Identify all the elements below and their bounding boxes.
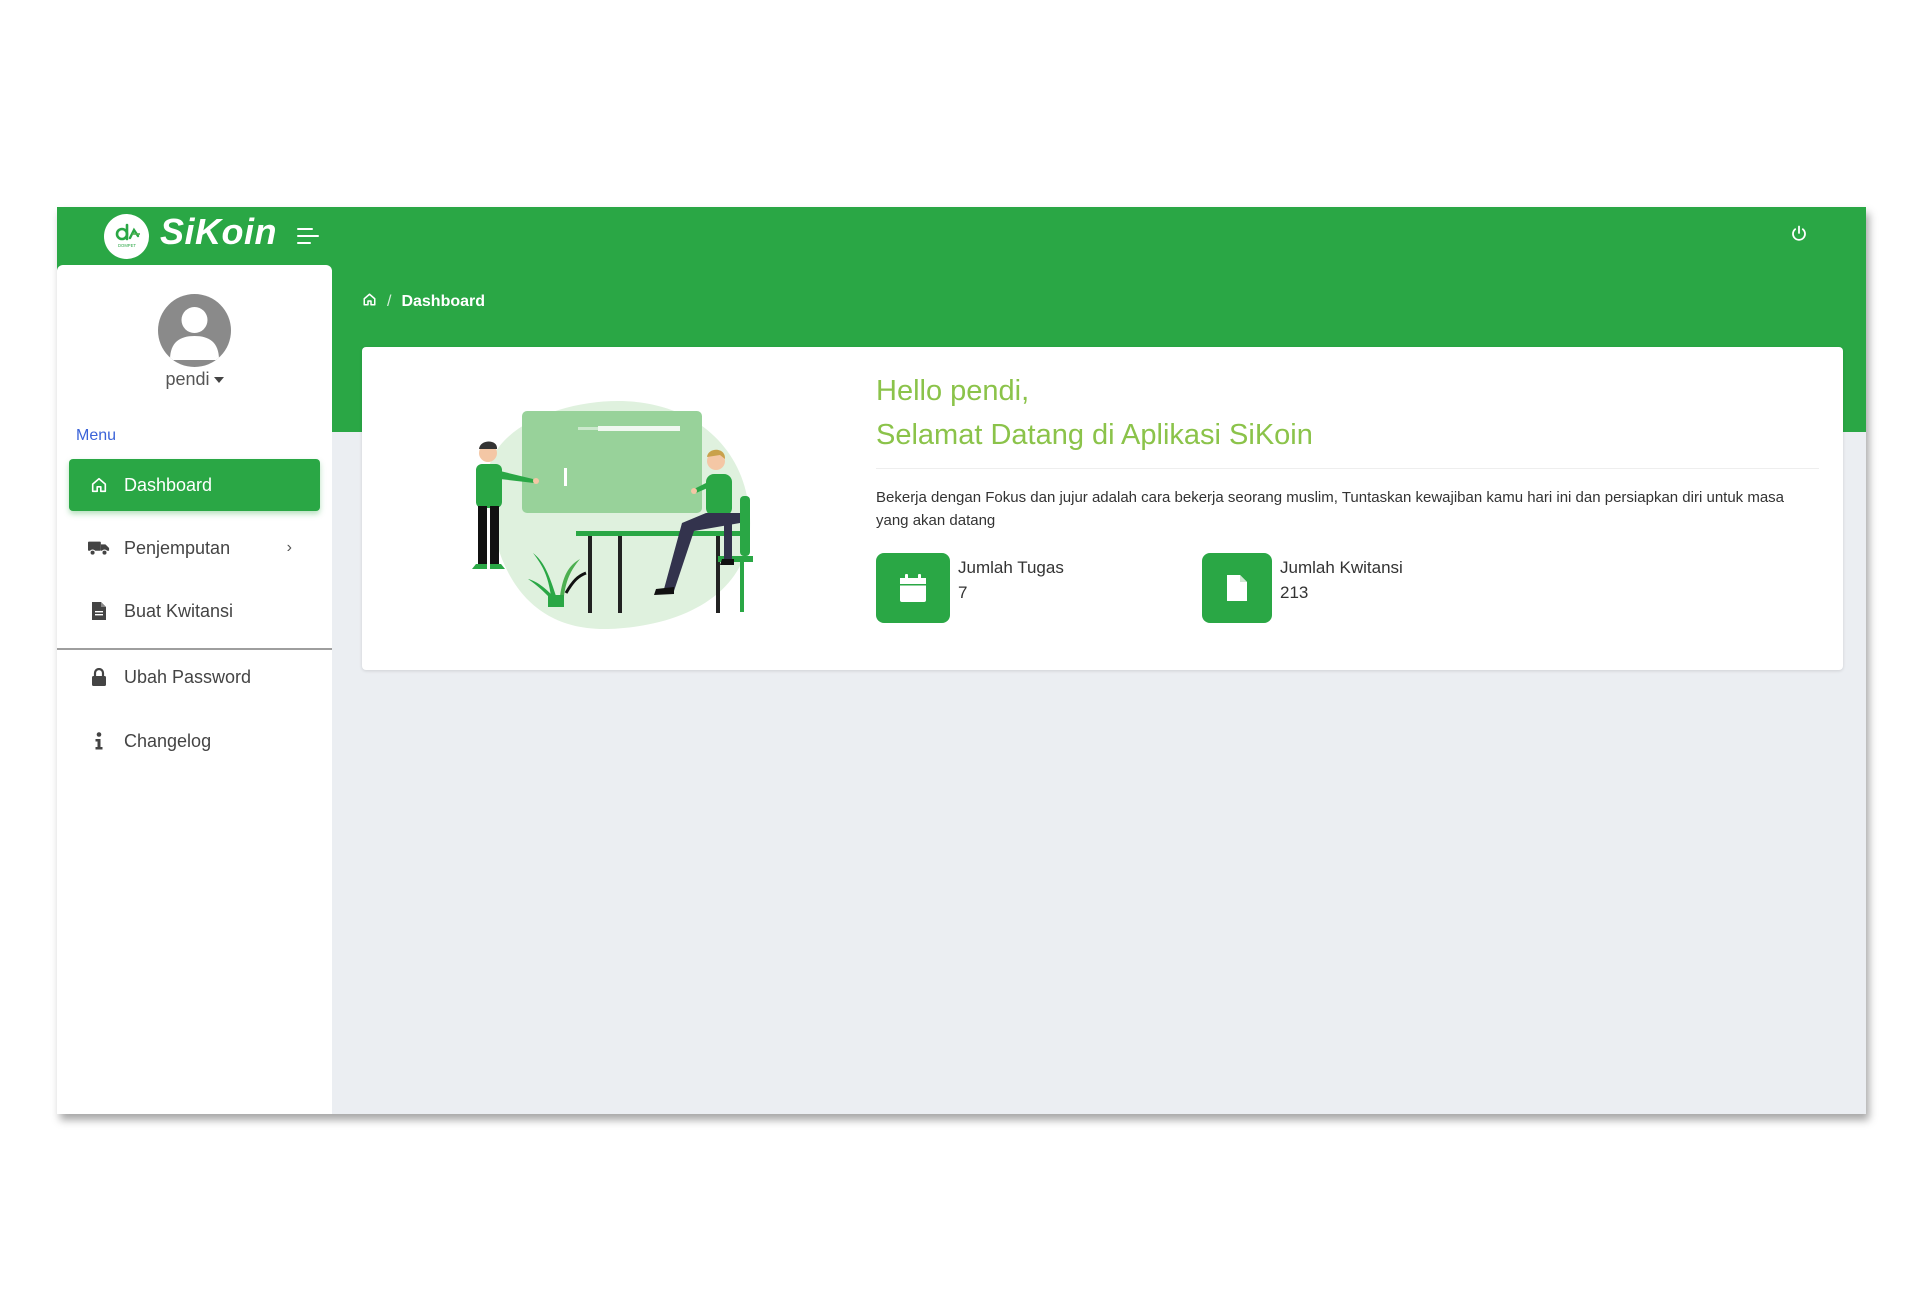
stat-label: Jumlah Tugas (958, 558, 1064, 577)
chevron-right-icon: › (286, 539, 292, 556)
stat-label: Jumlah Kwitansi (1280, 558, 1403, 577)
breadcrumb: / Dashboard (362, 292, 485, 312)
sidebar-toggle-button[interactable] (297, 224, 323, 248)
app-window: DOMPET SiKoin pendi Menu Dashboard Penje… (57, 207, 1866, 1114)
sidebar-item-ubah-password[interactable]: Ubah Password (69, 651, 320, 703)
sidebar-divider (57, 648, 332, 650)
sidebar-item-label: Changelog (124, 730, 212, 751)
calendar-icon (876, 553, 950, 623)
welcome-illustration (448, 381, 778, 631)
sidebar-item-dashboard[interactable]: Dashboard (69, 459, 320, 511)
sidebar-item-label: Dashboard (124, 474, 213, 495)
stat-value: 7 (958, 583, 968, 602)
file-icon (88, 600, 110, 622)
home-icon (88, 474, 110, 496)
welcome-description: Bekerja dengan Fokus dan jujur adalah ca… (876, 489, 1785, 529)
truck-icon (88, 537, 110, 559)
info-icon (88, 730, 110, 752)
card-divider (876, 468, 1819, 469)
topbar: DOMPET SiKoin (57, 207, 1866, 265)
sidebar-item-buat-kwitansi[interactable]: Buat Kwitansi (69, 585, 320, 637)
file-icon (1202, 553, 1272, 623)
breadcrumb-current: Dashboard (401, 293, 486, 310)
welcome-line-2: Selamat Datang di Aplikasi SiKoin (876, 419, 1313, 451)
sidebar-item-changelog[interactable]: Changelog (69, 715, 320, 767)
home-icon[interactable] (362, 292, 377, 312)
user-name: pendi (165, 369, 210, 389)
welcome-card: Hello pendi, Selamat Datang di Aplikasi … (362, 347, 1843, 670)
sidebar-item-label: Buat Kwitansi (124, 600, 234, 621)
sidebar-item-label: Ubah Password (124, 666, 252, 687)
stat-jumlah-kwitansi: Jumlah Kwitansi 213 (1202, 553, 1403, 623)
breadcrumb-separator: / (387, 293, 392, 310)
sidebar-item-label: Penjemputan (124, 537, 231, 558)
svg-text:DOMPET: DOMPET (118, 243, 136, 248)
stat-value: 213 (1280, 583, 1309, 602)
logo-mark-icon: DOMPET (115, 223, 140, 248)
user-menu[interactable]: pendi (57, 369, 332, 390)
logo[interactable]: DOMPET (104, 214, 149, 259)
stat-jumlah-tugas: Jumlah Tugas 7 (876, 553, 1064, 623)
power-icon[interactable] (1788, 223, 1810, 245)
welcome-greeting: Hello pendi, Selamat Datang di Aplikasi … (876, 369, 1313, 457)
avatar[interactable] (158, 294, 231, 367)
brand-title: SiKoin (160, 211, 277, 252)
sidebar: pendi Menu Dashboard Penjemputan › Buat … (57, 265, 332, 1114)
menu-heading: Menu (76, 427, 117, 444)
sidebar-item-penjemputan[interactable]: Penjemputan › (69, 522, 320, 574)
welcome-line-1: Hello pendi, (876, 375, 1030, 407)
caret-down-icon (213, 377, 224, 384)
lock-icon (88, 666, 110, 688)
